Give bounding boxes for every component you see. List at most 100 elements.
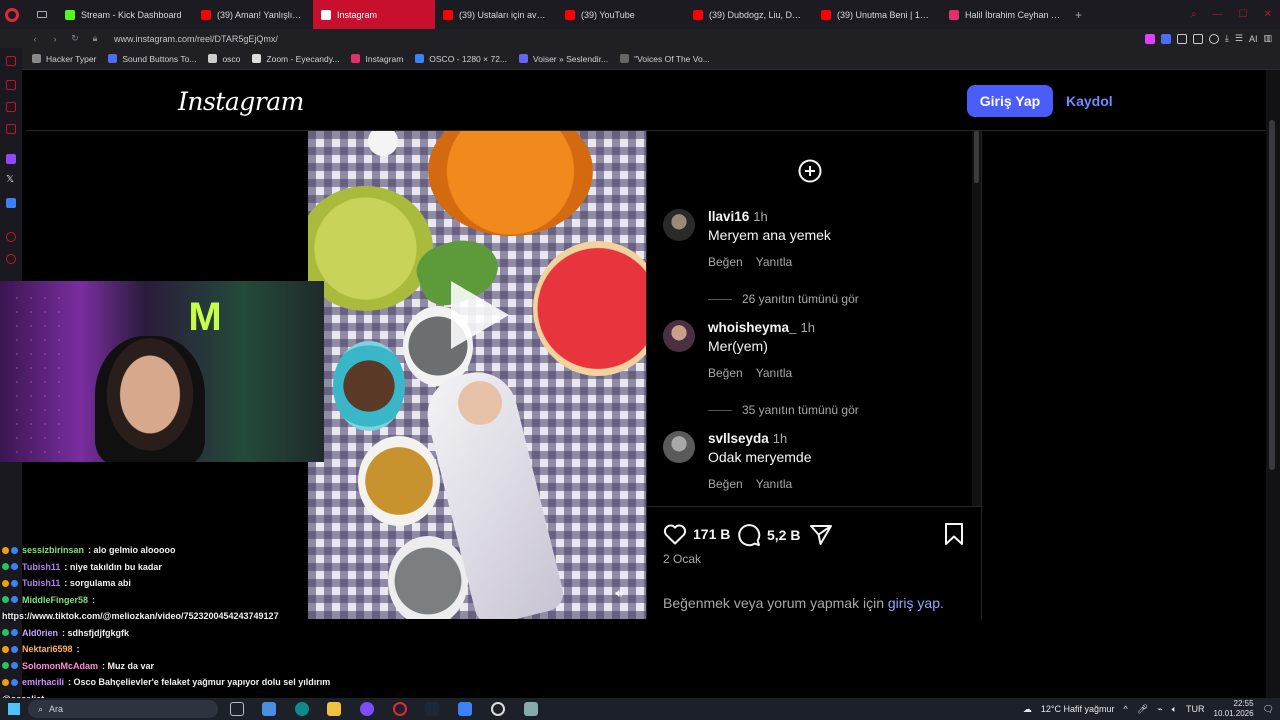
app-icon[interactable] <box>458 702 472 716</box>
bookmark-item[interactable]: Instagram <box>351 54 403 64</box>
sidebar-mail-icon[interactable] <box>6 124 16 134</box>
taskbar-search[interactable]: ⌕ Ara <box>28 700 218 718</box>
profile-icon[interactable] <box>1208 33 1219 44</box>
chat-badge-icon <box>2 629 9 637</box>
bookmark-item[interactable]: Zoom - Eyecandy... <box>252 54 339 64</box>
bookmark-item[interactable]: osco <box>208 54 240 64</box>
extensions-icon[interactable] <box>1192 33 1203 44</box>
browser-tab[interactable]: Halil İbrahim Ceyhan (@ha <box>941 0 1071 29</box>
login-button[interactable]: Giriş Yap <box>967 85 1053 117</box>
forward-icon[interactable]: › <box>48 34 62 44</box>
close-button[interactable]: ✕ <box>1264 9 1272 20</box>
avatar[interactable] <box>663 431 695 463</box>
browser-tab[interactable]: Stream - Kick Dashboard <box>57 0 193 29</box>
comment-like-button[interactable]: Beğen <box>708 477 743 491</box>
speaker-icon[interactable]: 🔈︎ <box>1172 704 1177 715</box>
sidebar-chat-icon[interactable] <box>6 102 16 112</box>
edge-icon[interactable] <box>295 702 309 716</box>
download-icon[interactable]: ⤓ <box>1225 33 1229 44</box>
x-twitter-icon[interactable]: 𝕏 <box>6 174 14 185</box>
comment-reply-button[interactable]: Yanıtla <box>756 477 792 491</box>
obs-icon[interactable] <box>491 702 505 716</box>
tray-chevron-icon[interactable]: ^ <box>1124 704 1128 714</box>
comment-like-button[interactable]: Beğen <box>708 255 743 269</box>
browser-tab[interactable]: (39) Dubdogz, Liu, Dubdi <box>685 0 813 29</box>
like-action[interactable]: 171 B <box>663 523 730 545</box>
menu-icon[interactable]: ☰ <box>1235 33 1243 44</box>
comment-reply-button[interactable]: Yanıtla <box>756 366 792 380</box>
browser-tab[interactable]: (39) Unutma Beni | 1. Bölü <box>813 0 941 29</box>
sidebar-home-icon[interactable] <box>6 56 16 66</box>
network-icon[interactable]: ⌁ <box>1157 704 1162 715</box>
opera-taskbar-icon[interactable] <box>393 702 407 716</box>
bookmark-item[interactable]: "Voices Of The Vo... <box>620 54 710 64</box>
browser-tab[interactable]: (39) Aman! Yanlışlıkla Söy <box>193 0 313 29</box>
share-action[interactable] <box>810 525 832 545</box>
extension-icon[interactable] <box>1160 33 1171 44</box>
tab-menu-icon[interactable] <box>31 0 57 29</box>
comment-username[interactable]: llavi16 <box>708 209 749 224</box>
sidebar-toggle-icon[interactable]: ▥ <box>1263 33 1272 44</box>
browser-tab[interactable]: (39) YouTube <box>557 0 685 29</box>
instagram-logo[interactable]: Instagram <box>178 87 304 116</box>
comment-reply-button[interactable]: Yanıtla <box>756 255 792 269</box>
twitch-icon[interactable] <box>6 154 16 164</box>
view-replies-button[interactable]: 35 yanıtın tümünü gör <box>708 403 859 417</box>
comment-action[interactable]: 5,2 B <box>737 523 800 547</box>
ai-button[interactable]: AI <box>1249 34 1258 44</box>
reel-video[interactable]: 🔊︎ <box>308 131 646 619</box>
extension-icon[interactable] <box>1144 33 1155 44</box>
comments-scrollbar[interactable] <box>972 131 981 506</box>
comment-username[interactable]: svllseyda <box>708 431 769 446</box>
page-scrollbar-thumb[interactable] <box>1269 120 1275 470</box>
taskbar-clock[interactable]: 22:55 10.01.2026 <box>1214 699 1254 719</box>
camera-icon[interactable] <box>1176 33 1187 44</box>
url-field[interactable]: www.instagram.com/reel/DTAR5gEjQmx/ <box>114 34 278 44</box>
minimize-button[interactable]: — <box>1213 9 1223 20</box>
comment-username[interactable]: whoisheyma_ <box>708 320 797 335</box>
volume-icon[interactable]: 🔊︎ <box>611 586 627 602</box>
sidebar-bag-icon[interactable] <box>6 80 16 90</box>
app-icon[interactable] <box>360 702 374 716</box>
new-tab-button[interactable]: + <box>1075 8 1082 22</box>
file-explorer-icon[interactable] <box>327 702 341 716</box>
sidebar-app-icon[interactable] <box>6 198 16 208</box>
windows-start-icon[interactable] <box>8 703 20 715</box>
save-action[interactable] <box>944 523 964 545</box>
browser-tab[interactable]: (39) Ustaları için avakadol <box>435 0 557 29</box>
login-prompt-link[interactable]: giriş yap <box>888 595 940 611</box>
add-circle-icon[interactable] <box>798 159 822 183</box>
weather-icon[interactable]: ☁ <box>1023 704 1032 715</box>
maximize-button[interactable]: ☐ <box>1239 9 1248 20</box>
weather-text[interactable]: 12°C Hafif yağmur <box>1041 704 1115 714</box>
comment-icon[interactable] <box>737 523 761 547</box>
microphone-icon[interactable]: 🎤︎ <box>1137 704 1148 715</box>
app-icon[interactable] <box>524 702 538 716</box>
signup-link[interactable]: Kaydol <box>1066 85 1113 117</box>
notification-icon[interactable]: 🗨︎ <box>1263 704 1274 715</box>
task-view-icon[interactable] <box>230 702 244 716</box>
avatar[interactable] <box>663 209 695 241</box>
heart-icon[interactable] <box>663 523 687 545</box>
bookmark-item[interactable]: OSCO - 1280 × 72... <box>415 54 507 64</box>
browser-tab[interactable]: Instagram <box>313 0 435 29</box>
app-icon[interactable] <box>262 702 276 716</box>
opera-logo-icon[interactable] <box>5 7 19 22</box>
language-indicator[interactable]: TUR <box>1186 704 1205 714</box>
sidebar-history-icon[interactable] <box>6 254 16 264</box>
bookmark-item[interactable]: Hacker Typer <box>32 54 96 64</box>
steam-icon[interactable] <box>425 702 439 716</box>
play-icon[interactable] <box>451 281 509 349</box>
bookmark-icon[interactable] <box>944 523 964 545</box>
share-icon[interactable] <box>810 525 832 545</box>
bookmark-item[interactable]: Sound Buttons To... <box>108 54 196 64</box>
avatar[interactable] <box>663 320 695 352</box>
comment-like-button[interactable]: Beğen <box>708 366 743 380</box>
reload-icon[interactable]: ↻ <box>68 33 82 44</box>
sidebar-clock-icon[interactable] <box>6 232 16 242</box>
comments-scrollbar-thumb[interactable] <box>974 131 979 183</box>
back-icon[interactable]: ‹ <box>28 34 42 44</box>
bookmark-item[interactable]: Voiser » Seslendir... <box>519 54 608 64</box>
search-tabs-icon[interactable]: ⌕ <box>1191 9 1197 20</box>
view-replies-button[interactable]: 26 yanıtın tümünü gör <box>708 292 859 306</box>
